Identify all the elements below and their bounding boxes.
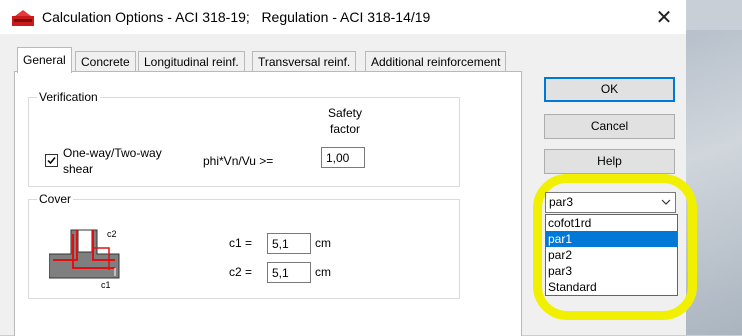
- dialog-window: Calculation Options - ACI 318-19; Regula…: [0, 0, 697, 336]
- diagram-c1-label: c1: [101, 280, 111, 288]
- diagram-c2-label: c2: [107, 229, 117, 239]
- window-title: Calculation Options - ACI 318-19; Regula…: [42, 9, 431, 25]
- title-bar: Calculation Options - ACI 318-19; Regula…: [0, 0, 686, 34]
- dropdown-option-par1[interactable]: par1: [546, 231, 677, 247]
- c2-unit: cm: [315, 265, 331, 279]
- cancel-button[interactable]: Cancel: [544, 114, 675, 139]
- cover-group: Cover c2 c1 c1 = 5,1 cm c2 = 5,1 cm: [28, 192, 460, 299]
- safety-factor-input[interactable]: 1,00: [321, 147, 365, 168]
- safety-factor-label-line1: Safety: [327, 106, 363, 120]
- formula-label: phi*Vn/Vu >=: [203, 154, 274, 168]
- verification-group: Verification Safety factor One-way/Two-w…: [28, 90, 460, 187]
- verification-group-title: Verification: [37, 90, 100, 104]
- dropdown-option-par2[interactable]: par2: [546, 247, 677, 263]
- c1-unit: cm: [315, 236, 331, 250]
- dropdown-option-cofot1rd[interactable]: cofot1rd: [546, 215, 677, 231]
- app-icon: [12, 10, 34, 26]
- parameter-set-selected-value: par3: [549, 195, 574, 209]
- c2-input[interactable]: 5,1: [267, 262, 311, 283]
- cover-group-title: Cover: [37, 192, 74, 206]
- parameter-set-dropdown-list: cofot1rd par1 par2 par3 Standard: [545, 214, 678, 296]
- close-icon[interactable]: ✕: [650, 5, 678, 29]
- oneway-twoway-shear-checkbox[interactable]: [45, 154, 58, 167]
- tab-concrete[interactable]: Concrete: [75, 51, 136, 72]
- tab-additional-reinforcement[interactable]: Additional reinforcement: [365, 51, 507, 72]
- chevron-down-icon[interactable]: [661, 198, 671, 206]
- dropdown-option-standard[interactable]: Standard: [546, 279, 677, 295]
- general-tab-panel: Verification Safety factor One-way/Two-w…: [14, 71, 522, 336]
- c1-input[interactable]: 5,1: [267, 233, 311, 254]
- c1-label: c1 =: [229, 236, 253, 250]
- tab-general[interactable]: General: [17, 47, 72, 73]
- checkmark-icon: [47, 157, 56, 165]
- dropdown-option-par3[interactable]: par3: [546, 263, 677, 279]
- help-button[interactable]: Help: [544, 149, 675, 174]
- checkbox-label-line1: One-way/Two-way: [63, 146, 162, 160]
- checkbox-label-line2: shear: [63, 162, 94, 176]
- cover-diagram-icon: c2 c1: [49, 229, 120, 288]
- parameter-set-select[interactable]: par3: [545, 192, 676, 213]
- ok-button[interactable]: OK: [544, 77, 675, 102]
- tab-longitudinal-reinf[interactable]: Longitudinal reinf.: [138, 51, 245, 72]
- c2-label: c2 =: [229, 265, 253, 279]
- tab-transversal-reinf[interactable]: Transversal reinf.: [252, 51, 357, 72]
- safety-factor-label-line2: factor: [329, 122, 360, 136]
